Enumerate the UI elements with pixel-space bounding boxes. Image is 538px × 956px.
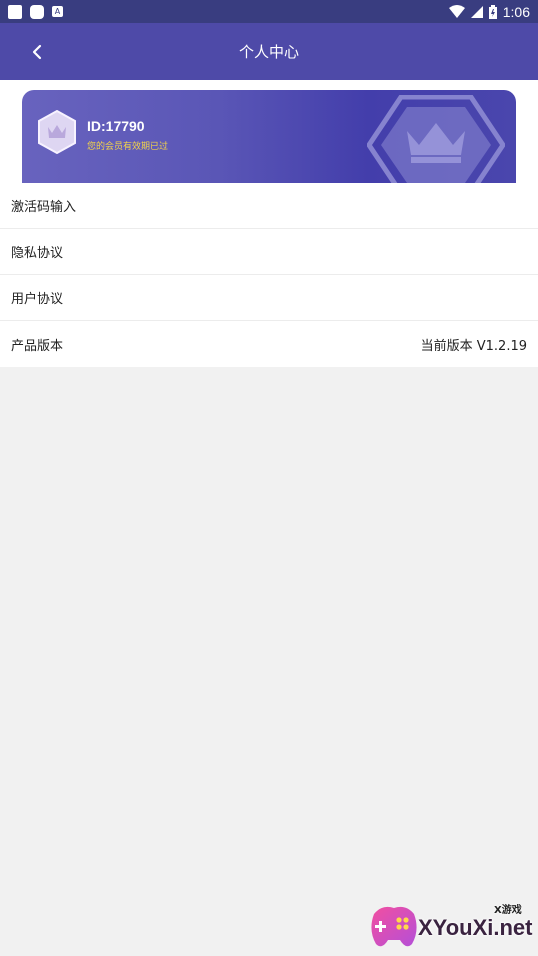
page-title: 个人中心: [238, 43, 299, 61]
product-version-item[interactable]: 产品版本 当前版本 V1.2.19: [0, 321, 538, 367]
notification-square-icon: [8, 4, 22, 19]
notification-icons: A: [8, 4, 63, 19]
version-value: 当前版本 V1.2.19: [420, 338, 527, 354]
battery-icon: [488, 4, 497, 19]
user-agreement-item[interactable]: 用户协议: [0, 275, 538, 321]
gamepad-logo-icon: [371, 906, 417, 947]
notification-a-icon: A: [52, 6, 63, 17]
signal-icon: [470, 5, 483, 18]
wifi-icon: [448, 5, 465, 18]
notification-app-icon: [30, 4, 44, 19]
activation-code-item[interactable]: 激活码输入: [0, 183, 538, 229]
watermark-brand: XYouXi.net: [418, 915, 533, 940]
list-item-label: 产品版本: [11, 338, 64, 354]
list-item-label: 用户协议: [11, 292, 64, 307]
privacy-policy-item[interactable]: 隐私协议: [0, 229, 538, 275]
clock: 1:06: [502, 3, 530, 20]
member-card-section: ID:17790 您的会员有效期已过: [0, 80, 538, 183]
chevron-left-icon: [32, 44, 42, 60]
list-item-label: 隐私协议: [11, 246, 64, 261]
watermark: X游戏 XYouXi.net: [366, 898, 534, 954]
back-button[interactable]: [22, 37, 52, 67]
crown-hexagon-decoration-icon: [367, 95, 505, 183]
watermark-small-text: X游戏: [494, 905, 522, 916]
app-bar: 个人中心: [0, 23, 538, 80]
status-bar: A 1:06: [0, 0, 538, 23]
member-id: ID:17790: [87, 118, 145, 134]
crown-badge-icon: [38, 110, 76, 154]
settings-list: 激活码输入 隐私协议 用户协议 产品版本 当前版本 V1.2.19: [0, 183, 538, 367]
system-icons: 1:06: [448, 3, 530, 20]
list-item-label: 激活码输入: [11, 200, 77, 215]
member-card: ID:17790 您的会员有效期已过: [22, 90, 516, 183]
membership-status: 您的会员有效期已过: [87, 142, 169, 152]
